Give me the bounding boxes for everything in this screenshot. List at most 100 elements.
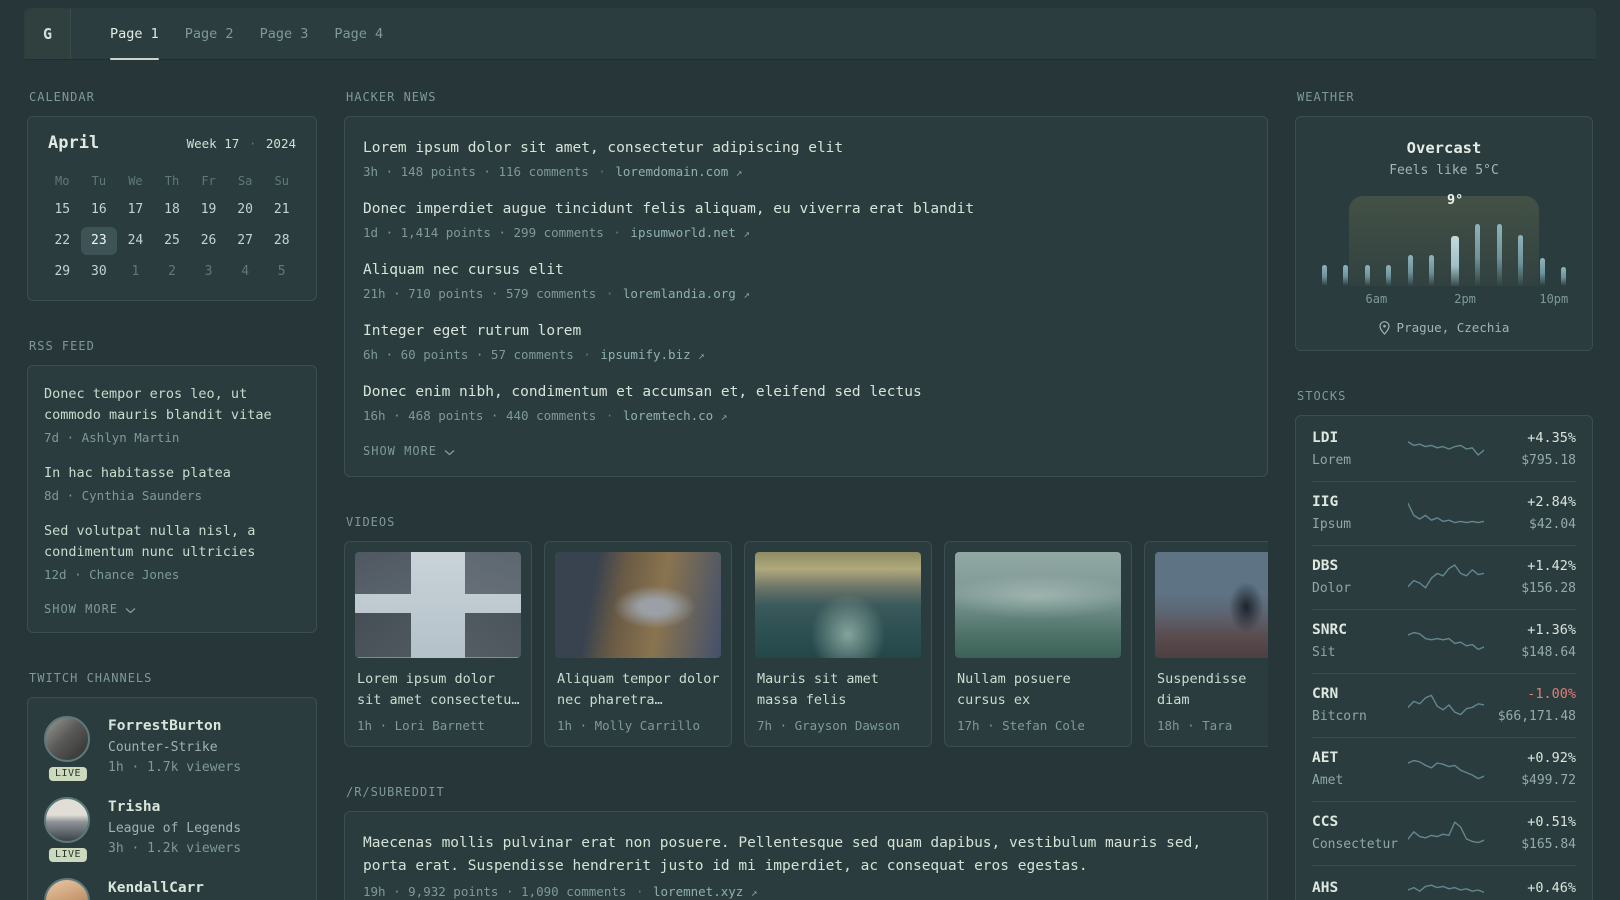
- stock-change: +1.42%: [1527, 558, 1576, 574]
- hn-story-title[interactable]: Donec imperdiet augue tincidunt felis al…: [363, 198, 1249, 220]
- hn-story-domain-link[interactable]: ipsumify.biz ↗: [600, 347, 704, 362]
- calendar-day: 15: [54, 202, 71, 217]
- stock-row[interactable]: IIG Ipsum +2.84% $42.04: [1312, 481, 1576, 545]
- weather-hourly-chart: 9°: [1312, 192, 1576, 286]
- hn-story-title[interactable]: Integer eget rutrum lorem: [363, 320, 1249, 342]
- rss-show-more-button[interactable]: SHOW MORE: [44, 602, 136, 616]
- twitch-channel-name[interactable]: Trisha: [108, 797, 241, 817]
- tab-page-2[interactable]: Page 2: [172, 9, 247, 59]
- left-column: CALENDAR April Week 17 · 2024 Mo Tu We T…: [27, 90, 317, 900]
- video-title[interactable]: Lorem ipsum dolor sit amet consectetu…: [357, 669, 519, 711]
- video-card[interactable]: Nullam posuere cursus ex 17h · Stefan Col…: [944, 541, 1132, 747]
- stock-sparkline: [1407, 628, 1485, 654]
- stock-row[interactable]: AHS +0.46%: [1312, 865, 1576, 900]
- show-more-label: SHOW MORE: [44, 602, 119, 616]
- twitch-section: TWITCH CHANNELS LIVE ForrestBurton Count…: [27, 671, 317, 900]
- stock-name: Amet: [1312, 773, 1344, 788]
- video-title[interactable]: Nullam posuere cursus ex: [957, 669, 1119, 711]
- rss-item-title[interactable]: In hac habitasse platea: [44, 463, 300, 484]
- twitch-channel-info: KendallCarr: [108, 878, 204, 900]
- hn-story-stats: 6h · 60 points · 57 comments: [363, 347, 574, 362]
- video-card[interactable]: Lorem ipsum dolor sit amet consectetu… 1h…: [344, 541, 532, 747]
- stock-row[interactable]: SNRC Sit +1.36% $148.64: [1312, 609, 1576, 673]
- chevron-down-icon: [125, 607, 136, 613]
- hn-story-domain: loremtech.co: [622, 408, 714, 423]
- stock-symbol: LDI: [1312, 430, 1339, 446]
- stock-row[interactable]: CRN Bitcorn -1.00% $66,171.48: [1312, 673, 1576, 737]
- weekday-label: We: [128, 174, 143, 188]
- live-badge: LIVE: [48, 848, 88, 862]
- video-title[interactable]: Aliquam tempor dolor nec pharetra…: [557, 669, 719, 711]
- weather-bar: [1322, 265, 1327, 286]
- hn-story-meta: 1d · 1,414 points · 299 comments · ipsum…: [363, 223, 1249, 243]
- stock-change: +4.35%: [1527, 430, 1576, 446]
- hn-show-more-button[interactable]: SHOW MORE: [363, 444, 455, 458]
- twitch-avatar: LIVE: [44, 797, 92, 862]
- hn-story-domain-link[interactable]: loremdomain.com ↗: [615, 164, 742, 179]
- tab-page-3[interactable]: Page 3: [247, 9, 322, 59]
- twitch-channel-row[interactable]: LIVE Trisha League of Legends 3h · 1.2k …: [44, 797, 300, 862]
- video-title[interactable]: Mauris sit amet massa felis: [757, 669, 919, 711]
- rss-item: Donec tempor eros leo, ut commodo mauris…: [44, 384, 300, 447]
- reddit-post-domain-link[interactable]: loremnet.xyz ↗: [653, 884, 757, 899]
- video-card[interactable]: Mauris sit amet massa felis 7h · Grayson …: [744, 541, 932, 747]
- stock-symbol: IIG: [1312, 494, 1339, 510]
- rss-item-title[interactable]: Sed volutpat nulla nisl, a condimentum n…: [44, 521, 300, 563]
- stock-change: +2.84%: [1527, 494, 1576, 510]
- hn-story: Lorem ipsum dolor sit amet, consectetur …: [363, 137, 1249, 182]
- hn-story-domain-link[interactable]: loremtech.co ↗: [623, 408, 727, 423]
- hn-story: Aliquam nec cursus elit 21h · 710 points…: [363, 259, 1249, 304]
- stock-row[interactable]: CCS Consectetur +0.51% $165.84: [1312, 801, 1576, 865]
- video-title[interactable]: Suspendisse diam: [1157, 669, 1268, 711]
- external-link-icon: ↗: [743, 227, 750, 240]
- tab-page-1[interactable]: Page 1: [97, 9, 172, 60]
- weather-tick-label: 2pm: [1454, 292, 1476, 306]
- stock-row[interactable]: AET Amet +0.92% $499.72: [1312, 737, 1576, 801]
- weather-card: Overcast Feels like 5°C 9° 6am 2pm 10pm Pr…: [1295, 116, 1593, 351]
- weather-bar: [1539, 258, 1545, 286]
- calendar-day: 20: [237, 202, 253, 217]
- video-card[interactable]: Suspendisse diam 18h · Tara: [1144, 541, 1268, 747]
- app-logo[interactable]: G: [25, 9, 71, 59]
- stock-symbol: CCS: [1312, 814, 1339, 830]
- video-thumbnail[interactable]: [555, 552, 721, 658]
- video-thumbnail[interactable]: [755, 552, 921, 658]
- reddit-post-title[interactable]: Maecenas mollis pulvinar erat non posuer…: [363, 832, 1249, 878]
- tab-page-4[interactable]: Page 4: [321, 9, 396, 59]
- dashboard-grid: CALENDAR April Week 17 · 2024 Mo Tu We T…: [0, 60, 1620, 900]
- twitch-channel-name[interactable]: ForrestBurton: [108, 716, 241, 736]
- rss-item-title[interactable]: Donec tempor eros leo, ut commodo mauris…: [44, 384, 300, 426]
- hn-story-title[interactable]: Lorem ipsum dolor sit amet, consectetur …: [363, 137, 1249, 159]
- video-meta: 1h · Lori Barnett: [357, 718, 485, 733]
- calendar-day: 30: [91, 264, 107, 279]
- twitch-section-label: TWITCH CHANNELS: [29, 671, 153, 685]
- twitch-channel-row[interactable]: KendallCarr: [44, 878, 300, 900]
- stock-row[interactable]: LDI Lorem +4.35% $795.18: [1312, 418, 1576, 481]
- video-card[interactable]: Aliquam tempor dolor nec pharetra… 1h · M…: [544, 541, 732, 747]
- video-thumbnail[interactable]: [955, 552, 1121, 658]
- stock-sparkline: [1407, 820, 1485, 846]
- hn-story-title[interactable]: Donec enim nibh, condimentum et accumsan…: [363, 381, 1249, 403]
- rss-item-meta: 12d · Chance Jones: [44, 567, 180, 582]
- hn-story-stats: 3h · 148 points · 116 comments: [363, 164, 589, 179]
- hn-story-stats: 1d · 1,414 points · 299 comments: [363, 225, 604, 240]
- hn-story-domain: loremlandia.org: [622, 286, 736, 301]
- hn-story-domain-link[interactable]: loremlandia.org ↗: [623, 286, 750, 301]
- stock-change: +0.51%: [1527, 814, 1576, 830]
- videos-section-label: VIDEOS: [346, 515, 396, 529]
- calendar-day: 5: [277, 264, 286, 279]
- video-meta: 17h · Stefan Cole: [957, 718, 1085, 733]
- stock-row[interactable]: DBS Dolor +1.42% $156.28: [1312, 545, 1576, 609]
- video-thumbnail[interactable]: [1155, 552, 1268, 658]
- hn-story-title[interactable]: Aliquam nec cursus elit: [363, 259, 1249, 281]
- hn-story-meta: 16h · 468 points · 440 comments · loremt…: [363, 406, 1249, 426]
- twitch-avatar: LIVE: [44, 716, 92, 781]
- twitch-channel-row[interactable]: LIVE ForrestBurton Counter-Strike 1h · 1…: [44, 716, 300, 781]
- rss-card: Donec tempor eros leo, ut commodo mauris…: [27, 365, 317, 633]
- twitch-channel-game: Counter-Strike: [108, 740, 218, 755]
- weather-location: Prague, Czechia: [1312, 320, 1576, 335]
- hn-story-domain-link[interactable]: ipsumworld.net ↗: [630, 225, 750, 240]
- calendar-day: 22: [54, 233, 71, 248]
- video-thumbnail[interactable]: [355, 552, 521, 658]
- twitch-channel-name[interactable]: KendallCarr: [108, 878, 204, 898]
